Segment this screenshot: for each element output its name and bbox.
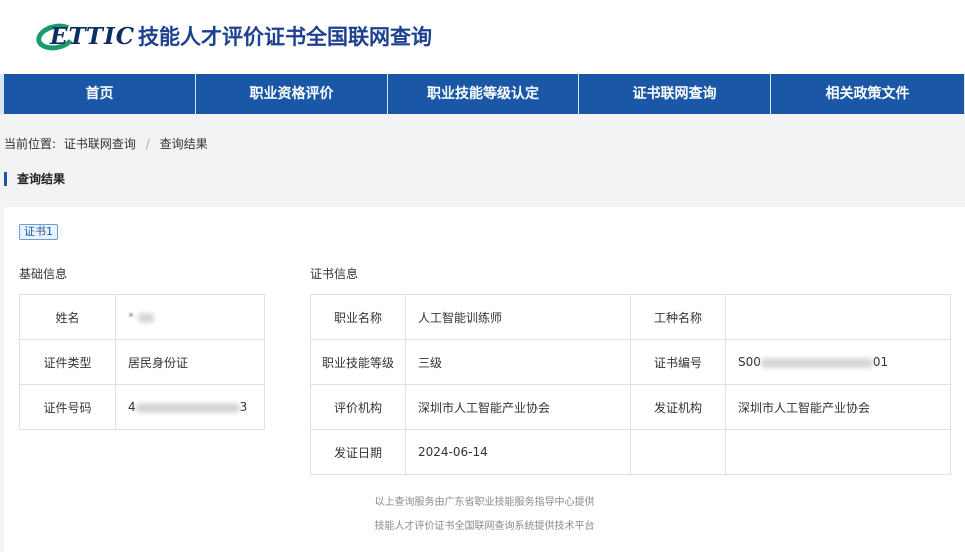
redacted-mask	[137, 312, 154, 323]
main-nav: 首页 职业资格评价 职业技能等级认定 证书联网查询 相关政策文件	[0, 74, 965, 114]
footer-line-platform: 技能人才评价证书全国联网查询系统提供技术平台	[374, 521, 595, 532]
cert-number-key: 证书编号	[630, 339, 726, 385]
cert-number-value: S00 01	[725, 339, 951, 385]
id-number-value: 43	[115, 384, 265, 430]
id-type-key: 证件类型	[19, 339, 116, 385]
cert-info-table: 职业名称 人工智能训练师 工种名称 职业技能等级 三级 证书编号 S00 01 评…	[310, 294, 951, 475]
site-header: ETTIC 技能人才评价证书全国联网查询	[0, 0, 965, 74]
breadcrumb: 当前位置: 证书联网查询 / 查询结果	[4, 135, 208, 152]
empty-key	[630, 429, 726, 475]
id-number-key: 证件号码	[19, 384, 116, 430]
nav-item-skill-level[interactable]: 职业技能等级认定	[388, 74, 579, 114]
nav-item-policy[interactable]: 相关政策文件	[771, 74, 965, 114]
occupation-value: 人工智能训练师	[405, 294, 631, 340]
nav-item-home[interactable]: 首页	[0, 74, 196, 114]
ettic-logo[interactable]: ETTIC	[33, 20, 134, 54]
redacted-mask	[135, 402, 240, 413]
job-type-value	[725, 294, 951, 340]
breadcrumb-prefix: 当前位置:	[4, 137, 57, 151]
footer-line-service: 以上查询服务由广东省职业技能服务指导中心提供	[374, 497, 595, 508]
skill-level-key: 职业技能等级	[310, 339, 406, 385]
evaluator-value: 深圳市人工智能产业协会	[405, 384, 631, 430]
table-row: 职业名称 人工智能训练师 工种名称	[310, 294, 951, 340]
empty-value	[725, 429, 951, 475]
cert-info-label: 证书信息	[310, 267, 359, 281]
nav-item-qualification[interactable]: 职业资格评价	[196, 74, 388, 114]
issuer-value: 深圳市人工智能产业协会	[725, 384, 951, 430]
table-row: 发证日期 2024-06-14	[310, 429, 951, 475]
nav-item-cert-query[interactable]: 证书联网查询	[579, 74, 771, 114]
issue-date-key: 发证日期	[310, 429, 406, 475]
breadcrumb-link-cert-query[interactable]: 证书联网查询	[64, 137, 136, 151]
occupation-key: 职业名称	[310, 294, 406, 340]
issue-date-value: 2024-06-14	[405, 429, 631, 475]
issuer-key: 发证机构	[630, 384, 726, 430]
site-title: 技能人才评价证书全国联网查询	[138, 25, 432, 49]
section-title: 查询结果	[4, 172, 65, 186]
table-row: 职业技能等级 三级 证书编号 S00 01	[310, 339, 951, 385]
breadcrumb-current: 查询结果	[159, 137, 208, 151]
evaluator-key: 评价机构	[310, 384, 406, 430]
table-row: 证件号码 43	[19, 384, 265, 430]
basic-info-table: 姓名 * 证件类型 居民身份证 证件号码 43	[19, 294, 265, 430]
table-row: 姓名 *	[19, 294, 265, 340]
breadcrumb-separator: /	[145, 137, 150, 151]
id-type-value: 居民身份证	[115, 339, 265, 385]
redacted-mask	[760, 357, 873, 368]
table-row: 评价机构 深圳市人工智能产业协会 发证机构 深圳市人工智能产业协会	[310, 384, 951, 430]
result-card: 证书1 基础信息 证书信息 姓名 * 证件类型 居民身份证 证件号码 43 职业…	[4, 207, 965, 552]
basic-info-label: 基础信息	[19, 267, 68, 281]
skill-level-value: 三级	[405, 339, 631, 385]
job-type-key: 工种名称	[630, 294, 726, 340]
name-key: 姓名	[19, 294, 116, 340]
table-row: 证件类型 居民身份证	[19, 339, 265, 385]
name-value: *	[115, 294, 265, 340]
logo-text: ETTIC	[50, 23, 136, 50]
cert-tab-1[interactable]: 证书1	[19, 224, 58, 240]
